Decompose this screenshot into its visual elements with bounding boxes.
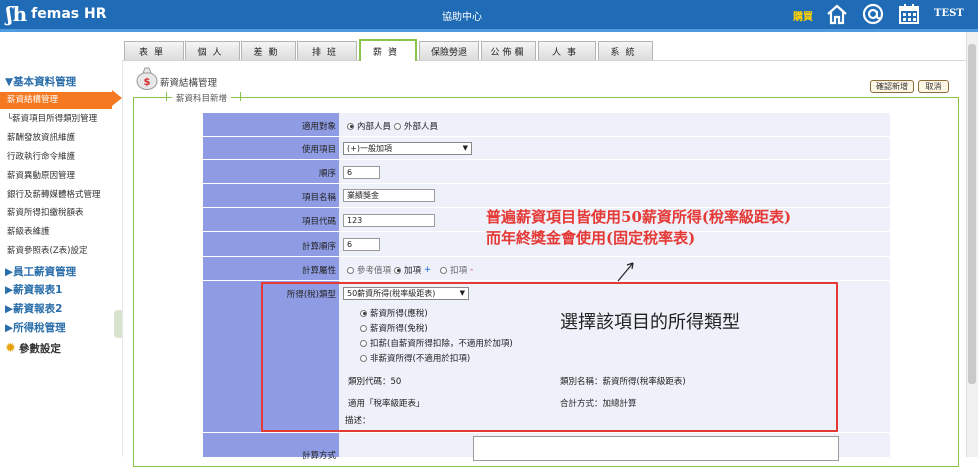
target-label: 適用對象 (301, 122, 336, 132)
item-code-input[interactable]: 123 (343, 214, 435, 227)
target-external-radio[interactable] (394, 122, 402, 130)
calc-sub-radio[interactable] (440, 266, 448, 274)
scrollbar-thumb[interactable] (968, 44, 976, 384)
formula-textarea[interactable] (473, 436, 839, 461)
calc-order-label: 計算順序 (301, 242, 336, 252)
calc-attr-radio-group: 參考值項 加項 + 扣項 - (347, 264, 473, 276)
row-divider (203, 159, 890, 160)
plus-sign: + (424, 265, 432, 275)
sidebar-section-tax[interactable]: ▶所得稅管理 (5, 320, 66, 335)
target-internal-label: 內部人員 (357, 122, 392, 132)
svg-text:$: $ (144, 77, 151, 88)
income-type-highlight-box (261, 282, 838, 432)
sidebar-section-report1[interactable]: ▶薪資報表1 (5, 282, 62, 297)
logo-text: femas HR (31, 6, 107, 22)
tab-forms[interactable]: 表單 (124, 41, 184, 60)
target-external-label: 外部人員 (404, 122, 439, 132)
cancel-button[interactable]: 取消 (918, 80, 949, 93)
target-radio-group: 內部人員 外部人員 (347, 120, 438, 132)
legend-bracket-right (240, 92, 241, 101)
sidebar-item-change-reason[interactable]: 薪資異動原因管理 (7, 169, 75, 181)
confirm-add-button[interactable]: 確認新增 (870, 80, 914, 93)
sidebar: ▼基本資料管理 薪資結構管理 └薪資項目所得類別管理 薪酬發放資訊維護 行政執行… (0, 60, 122, 457)
use-item-select[interactable]: (+)一般加項 ▼ (343, 142, 472, 155)
target-internal-radio[interactable] (347, 122, 354, 130)
logo-mark-icon: ʃh (6, 2, 28, 26)
home-icon[interactable] (826, 3, 848, 25)
row-divider (203, 183, 890, 184)
use-item-value: (+)一般加項 (347, 144, 392, 153)
legend-bracket-left (166, 92, 167, 101)
calc-ref-label: 參考值項 (357, 266, 392, 276)
item-name-input[interactable]: 業績獎金 (343, 189, 435, 202)
formula-label: 計算方式 (301, 451, 336, 461)
annotation-select-income-type: 選擇該項目的所得類型 (560, 312, 740, 333)
tab-scheduling[interactable]: 排班 (297, 41, 357, 60)
calendar-icon[interactable] (898, 3, 920, 25)
sidebar-section-basic[interactable]: ▼基本資料管理 (5, 74, 76, 89)
sidebar-divider (122, 60, 123, 457)
row-divider (203, 136, 890, 137)
order-label: 順序 (318, 169, 336, 179)
tab-system[interactable]: 系統 (598, 41, 653, 60)
row-divider (203, 256, 890, 257)
fieldset-legend: 薪資科目新增 (172, 92, 232, 104)
item-code-label: 項目代碼 (301, 217, 336, 227)
calc-sub-label: 扣項 (450, 266, 468, 276)
money-bag-icon: $ (136, 67, 158, 90)
tab-attendance[interactable]: 差勤 (241, 41, 296, 60)
sidebar-item-salary-structure[interactable]: 薪資結構管理 (0, 92, 112, 109)
annotation-note-line2: 而年終獎金會使用(固定稅率表) (486, 229, 696, 247)
calc-attr-label: 計算屬性 (301, 266, 336, 276)
sidebar-item-bank-format[interactable]: 銀行及薪轉媒體格式管理 (7, 188, 101, 200)
sidebar-item-income-category[interactable]: └薪資項目所得類別管理 (7, 112, 97, 124)
calc-add-radio[interactable] (394, 266, 402, 274)
minus-sign: - (470, 265, 474, 275)
at-icon[interactable] (862, 3, 884, 25)
tab-personnel[interactable]: 人事 (538, 41, 596, 60)
row-divider (203, 280, 890, 281)
tab-payroll[interactable]: 薪資 (359, 39, 417, 61)
tab-personal[interactable]: 個人 (185, 41, 240, 60)
row-divider (203, 432, 890, 433)
active-item-arrow (112, 90, 122, 106)
sidebar-item-exec-order[interactable]: 行政執行命令維護 (7, 150, 75, 162)
sidebar-item-payment-info[interactable]: 薪酬發放資訊維護 (7, 131, 75, 143)
calc-ref-radio[interactable] (347, 266, 354, 274)
calc-order-input[interactable]: 6 (343, 238, 380, 251)
buy-link[interactable]: 購買 (793, 8, 813, 23)
sidebar-section-parameters[interactable]: ✹ 參數設定 (5, 341, 61, 356)
sidebar-item-reference-table[interactable]: 薪資參照表(Z表)設定 (7, 244, 87, 256)
calc-add-label: 加項 (404, 266, 422, 276)
use-item-label: 使用項目 (301, 145, 336, 155)
user-name[interactable]: TEST (934, 8, 964, 19)
gear-icon: ✹ (5, 341, 16, 356)
tab-insurance[interactable]: 保險勞退 (419, 41, 479, 60)
sidebar-collapse-handle[interactable] (114, 310, 122, 338)
help-center-link[interactable]: 協助中心 (442, 8, 482, 23)
dropdown-arrow-icon: ▼ (462, 144, 468, 152)
annotation-note-line1: 普遍薪資項目皆使用50薪資所得(稅率級距表) (486, 208, 792, 226)
page-title: 薪資結構管理 (160, 78, 218, 89)
sidebar-item-salary-grade[interactable]: 薪級表維護 (7, 225, 50, 237)
sidebar-section-report2[interactable]: ▶薪資報表2 (5, 301, 62, 316)
item-name-label: 項目名稱 (301, 193, 336, 203)
order-input[interactable]: 6 (343, 166, 380, 179)
sidebar-item-withholding-table[interactable]: 薪資所得扣繳稅額表 (7, 206, 84, 218)
annotation-arrow-icon (617, 262, 634, 282)
logo[interactable]: ʃh femas HR (6, 4, 107, 24)
main-tab-bar: 表單 個人 差勤 排班 薪資 保險勞退 公佈欄 人事 系統 (0, 32, 966, 61)
tab-bulletin[interactable]: 公佈欄 (481, 41, 536, 60)
sidebar-section-employee-salary[interactable]: ▶員工薪資管理 (5, 264, 76, 279)
